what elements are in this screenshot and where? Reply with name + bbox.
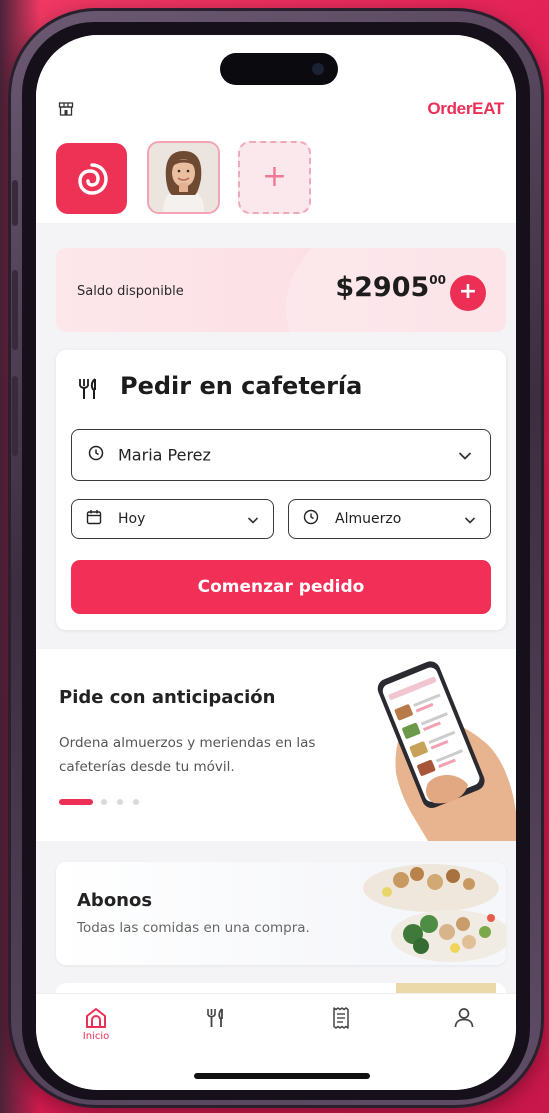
balance-amount-cents: 00 [429, 273, 446, 287]
chevron-down-icon [458, 446, 472, 465]
tab-home[interactable]: Inicio [66, 1006, 126, 1056]
add-balance-button[interactable]: + [450, 275, 486, 311]
balance-label: Saldo disponible [77, 284, 184, 299]
phone-screen: OrderEAT + Saldo disponible $290500 + Pe… [36, 35, 516, 1090]
abonos-title: Abonos [77, 890, 153, 911]
promo-banner[interactable]: Pide con anticipación Ordena almuerzos y… [36, 649, 516, 841]
phone-button [12, 270, 18, 350]
add-profile-button[interactable]: + [238, 141, 311, 214]
utensils-icon [186, 1006, 246, 1030]
store-icon[interactable] [58, 101, 74, 117]
phone-button [12, 180, 18, 226]
tab-orders[interactable] [311, 1006, 371, 1056]
order-card: Pedir en cafetería Maria Perez Hoy Almue… [56, 350, 506, 630]
carousel-dot[interactable] [133, 799, 139, 805]
swirl-logo-icon[interactable] [56, 143, 127, 214]
person-select-value: Maria Perez [118, 445, 211, 465]
tab-cafeteria[interactable] [186, 1006, 246, 1056]
clock-icon [88, 445, 104, 465]
phone-in-hand-illustration [368, 653, 516, 841]
tab-profile[interactable] [434, 1006, 494, 1056]
carousel-dot[interactable] [117, 799, 123, 805]
carousel-dot-active[interactable] [59, 799, 93, 805]
day-select-value: Hoy [118, 511, 146, 527]
person-select[interactable]: Maria Perez [71, 429, 491, 481]
avatar[interactable] [147, 141, 220, 214]
receipt-icon [311, 1006, 371, 1030]
calendar-icon [86, 509, 102, 529]
meal-select[interactable]: Almuerzo [288, 499, 491, 539]
dynamic-island [220, 53, 338, 85]
tab-home-label: Inicio [82, 1031, 110, 1042]
carousel-dot[interactable] [101, 799, 107, 805]
utensils-icon [76, 376, 102, 406]
phone-button [12, 376, 18, 456]
start-order-button[interactable]: Comenzar pedido [71, 560, 491, 614]
abonos-subtitle: Todas las comidas en una compra. [77, 920, 310, 936]
home-indicator[interactable] [194, 1073, 370, 1079]
promo-description: Ordena almuerzos y meriendas en las cafe… [59, 735, 316, 775]
day-select[interactable]: Hoy [71, 499, 274, 539]
balance-amount: $290500 [335, 272, 446, 303]
chevron-down-icon [464, 510, 476, 529]
user-icon [434, 1006, 494, 1030]
chevron-down-icon [247, 510, 259, 529]
clock-icon [303, 509, 319, 529]
promo-title: Pide con anticipación [59, 687, 276, 708]
abonos-card[interactable]: Abonos Todas las comidas en una compra. [56, 862, 506, 965]
food-illustration [351, 862, 506, 965]
meal-select-value: Almuerzo [335, 511, 402, 527]
home-icon [66, 1006, 126, 1030]
brand-logo: OrderEAT [427, 99, 504, 118]
bottom-tab-bar: Inicio [36, 993, 516, 1090]
balance-card: Saldo disponible $290500 + [56, 248, 506, 332]
camera-icon [312, 63, 324, 75]
balance-amount-value: $2905 [335, 272, 430, 303]
order-title: Pedir en cafetería [120, 372, 363, 400]
